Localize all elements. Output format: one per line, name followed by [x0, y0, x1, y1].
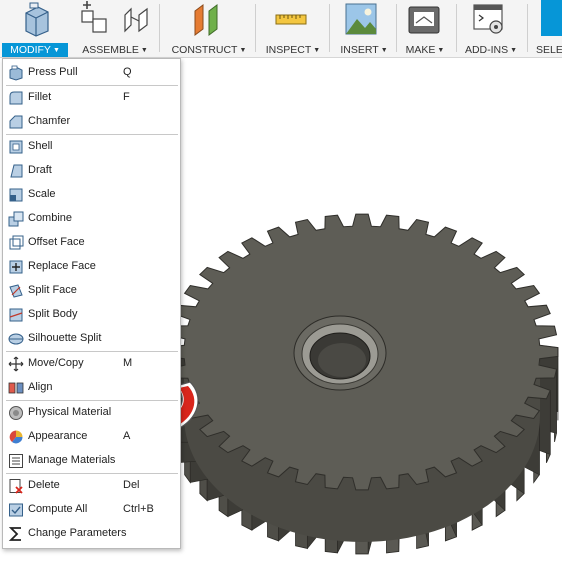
- toolbar-separator: [329, 4, 330, 52]
- tab-inspect[interactable]: INSPECT ▼: [262, 43, 324, 57]
- toolbar-separator: [396, 4, 397, 52]
- toolbar-separator: [159, 4, 160, 52]
- tab-assemble[interactable]: ASSEMBLE ▼: [78, 43, 152, 57]
- shell-icon: [9, 140, 23, 154]
- compute-all-icon: [9, 503, 23, 517]
- split-body-icon: [9, 308, 23, 322]
- joint-icon[interactable]: [121, 1, 153, 37]
- menu-item-compute-all[interactable]: Compute All Ctrl+B: [3, 499, 180, 521]
- menu-separator: [6, 400, 178, 401]
- menu-item-move-copy[interactable]: Move/Copy M: [3, 353, 180, 375]
- chevron-down-icon: ▼: [52, 47, 60, 54]
- press-pull-icon[interactable]: [20, 1, 54, 37]
- toolbar: MODIFY ▼ ASSEMBLE ▼ CONSTRUCT ▼ INSPECT ▼ IN…: [0, 0, 562, 58]
- scale-icon: [9, 188, 23, 202]
- menu-item-appearance[interactable]: Appearance A: [3, 426, 180, 448]
- measure-icon[interactable]: [273, 1, 309, 37]
- sigma-icon: [8, 527, 21, 541]
- menu-item-combine[interactable]: Combine: [3, 208, 180, 230]
- appearance-icon: [9, 430, 23, 444]
- tab-select[interactable]: SELE: [536, 43, 562, 57]
- chevron-down-icon: ▼: [140, 47, 148, 54]
- menu-item-align[interactable]: Align: [3, 377, 180, 399]
- menu-separator: [6, 134, 178, 135]
- chevron-down-icon: ▼: [437, 47, 445, 54]
- tab-add-ins[interactable]: ADD-INS ▼: [460, 43, 522, 57]
- menu-item-draft[interactable]: Draft: [3, 160, 180, 182]
- menu-item-shell[interactable]: Shell: [3, 136, 180, 158]
- move-icon: [8, 356, 24, 372]
- draft-icon: [10, 164, 23, 178]
- scripts-icon[interactable]: [472, 1, 506, 37]
- press-pull-icon: [9, 65, 23, 81]
- menu-separator: [6, 351, 178, 352]
- menu-item-replace-face[interactable]: Replace Face: [3, 256, 180, 278]
- gear-bore-inner: [318, 343, 366, 377]
- chevron-down-icon: ▼: [510, 47, 518, 54]
- physical-material-icon: [9, 406, 23, 420]
- menu-item-split-body[interactable]: Split Body: [3, 304, 180, 326]
- select-icon[interactable]: [541, 0, 562, 36]
- menu-item-chamfer[interactable]: Chamfer: [3, 111, 180, 133]
- replace-face-icon: [9, 260, 23, 274]
- chevron-down-icon: ▼: [380, 47, 388, 54]
- menu-item-delete[interactable]: Delete Del: [3, 475, 180, 497]
- menu-item-split-face[interactable]: Split Face: [3, 280, 180, 302]
- menu-item-physical-material[interactable]: Physical Material: [3, 402, 180, 424]
- toolbar-separator: [456, 4, 457, 52]
- offset-face-icon: [9, 235, 24, 250]
- combine-icon: [8, 211, 24, 227]
- menu-item-fillet[interactable]: Fillet F: [3, 87, 180, 109]
- chamfer-icon: [9, 115, 23, 129]
- offset-plane-icon[interactable]: [189, 1, 227, 37]
- menu-item-manage-materials[interactable]: Manage Materials: [3, 450, 180, 472]
- menu-separator: [6, 473, 178, 474]
- tab-modify[interactable]: MODIFY ▼: [2, 43, 68, 57]
- fillet-icon: [9, 91, 23, 105]
- menu-item-scale[interactable]: Scale: [3, 184, 180, 206]
- tab-insert[interactable]: INSERT ▼: [337, 43, 391, 57]
- toolbar-separator: [255, 4, 256, 52]
- menu-item-silhouette-split[interactable]: Silhouette Split: [3, 328, 180, 350]
- modify-dropdown-menu: Press Pull Q Fillet F Chamfer Shell Draf…: [2, 58, 181, 549]
- tab-construct[interactable]: CONSTRUCT ▼: [168, 43, 250, 57]
- menu-item-press-pull[interactable]: Press Pull Q: [3, 62, 180, 84]
- silhouette-split-icon: [8, 333, 24, 345]
- menu-separator: [6, 85, 178, 86]
- tab-make[interactable]: MAKE ▼: [401, 43, 449, 57]
- menu-item-change-parameters[interactable]: Change Parameters: [3, 523, 180, 545]
- toolbar-separator: [527, 4, 528, 52]
- align-icon: [8, 382, 24, 394]
- new-component-icon[interactable]: [79, 1, 109, 37]
- split-face-icon: [9, 284, 23, 298]
- chevron-down-icon: ▼: [239, 47, 247, 54]
- insert-image-icon[interactable]: [343, 1, 379, 37]
- manage-materials-icon: [9, 454, 23, 468]
- delete-icon: [9, 479, 23, 494]
- chevron-down-icon: ▼: [313, 47, 321, 54]
- menu-item-offset-face[interactable]: Offset Face: [3, 232, 180, 254]
- 3d-print-icon[interactable]: [406, 1, 442, 37]
